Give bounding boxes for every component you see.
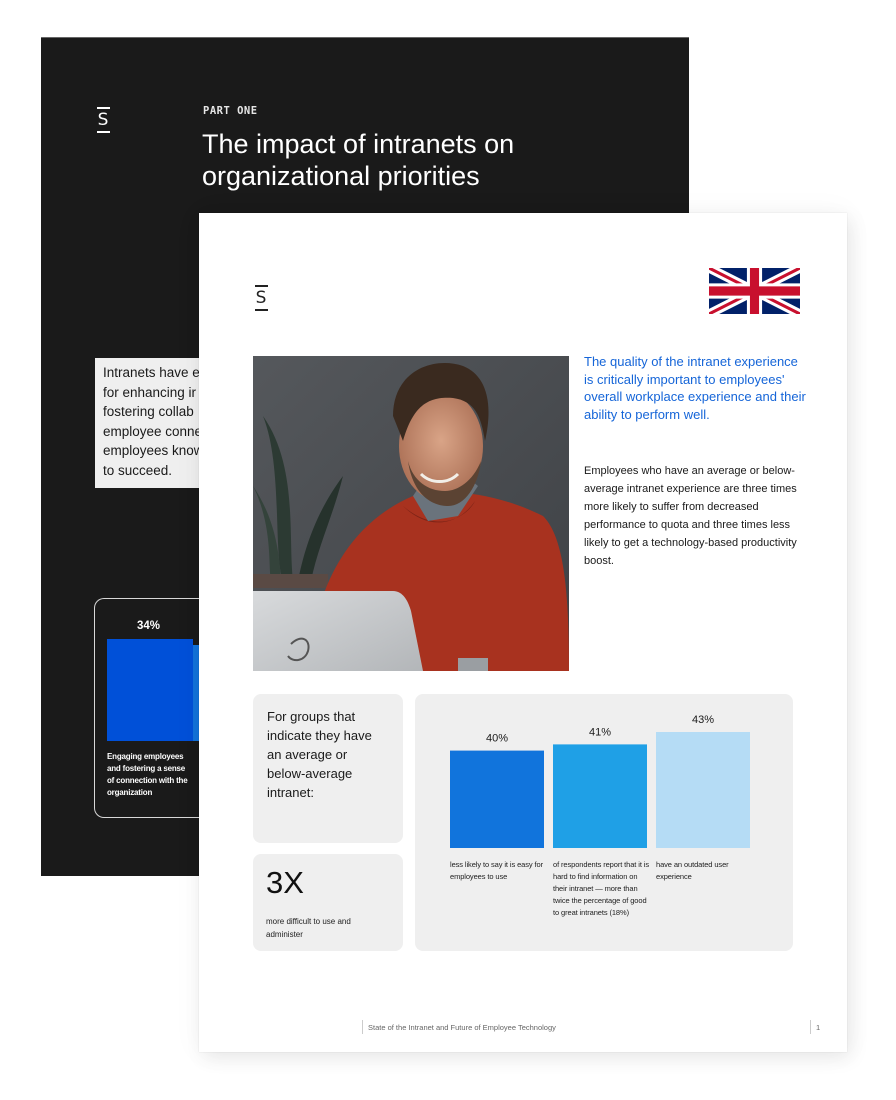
brand-logo-icon: S [96, 107, 110, 133]
hero-photo [253, 356, 569, 671]
bar-chart-svg: 40% 41% 43% [450, 714, 750, 848]
page-title: The impact of intranets on organizationa… [202, 129, 515, 191]
intro-text-box: Intranets have e for enhancing ir foster… [95, 358, 215, 488]
footer-divider [362, 1020, 363, 1034]
body-paragraph: Employees who have an average or below-a… [584, 465, 797, 567]
footer-title: State of the Intranet and Future of Empl… [368, 1023, 556, 1032]
bar-caption: of respondents report that it is hard to… [553, 860, 650, 917]
brand-logo-icon: S [254, 285, 268, 311]
groups-intro-text: For groups that indicate they have an av… [267, 709, 372, 800]
bar-value-label: 41% [589, 726, 611, 738]
front-page: S The quality of the intranet experience… [199, 213, 847, 1052]
chart-bar [450, 750, 544, 848]
footer-divider [810, 1020, 811, 1034]
stat-value: 3X [266, 865, 304, 900]
stat-caption: more difficult to use and administer [266, 917, 351, 939]
chart-bar [107, 639, 193, 741]
bar-caption: less likely to say it is easy for employ… [450, 860, 543, 881]
bar-value-label: 43% [692, 714, 714, 726]
page-number: 1 [816, 1023, 821, 1032]
bar-chart: 40% 41% 43% less likely to say it is easy … [415, 694, 793, 951]
chart-bar [553, 744, 647, 848]
section-label: PART ONE [203, 105, 258, 117]
groups-intro-card: For groups that indicate they have an av… [253, 694, 403, 843]
united-kingdom-flag-icon [709, 268, 800, 314]
bar-value-label: 40% [486, 733, 508, 745]
bar-caption: have an outdated user experience [656, 860, 729, 881]
lead-paragraph: The quality of the intranet experience i… [584, 354, 806, 422]
stat-card: 3X more difficult to use and administer [253, 854, 403, 951]
bar-value-label: 34% [137, 620, 161, 632]
chart-bar [656, 732, 750, 848]
bar-caption: Engaging employees and fostering a sense… [107, 752, 188, 797]
man-with-laptop-image [253, 356, 569, 671]
